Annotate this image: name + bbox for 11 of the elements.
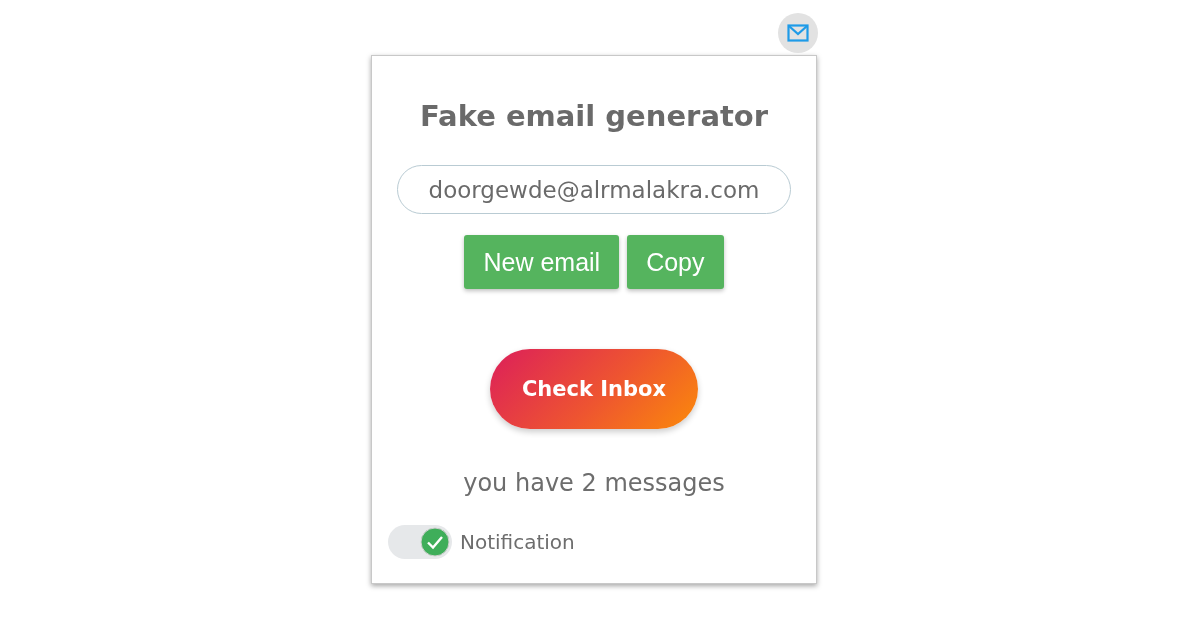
mail-button[interactable] [778,13,818,53]
envelope-icon [787,24,809,42]
action-button[interactable]: New email [464,235,620,289]
message-count-text: you have 2 messages [463,469,725,497]
notification-toggle[interactable] [388,525,452,559]
check-inbox-button[interactable]: Check Inbox [490,349,698,429]
action-button[interactable]: Copy [627,235,724,289]
toggle-label: Notification [460,530,575,554]
popup-title: Fake email generator [419,98,769,135]
check-icon [420,527,450,557]
email-field[interactable]: doorgewde@alrmalakra.com [397,165,791,214]
